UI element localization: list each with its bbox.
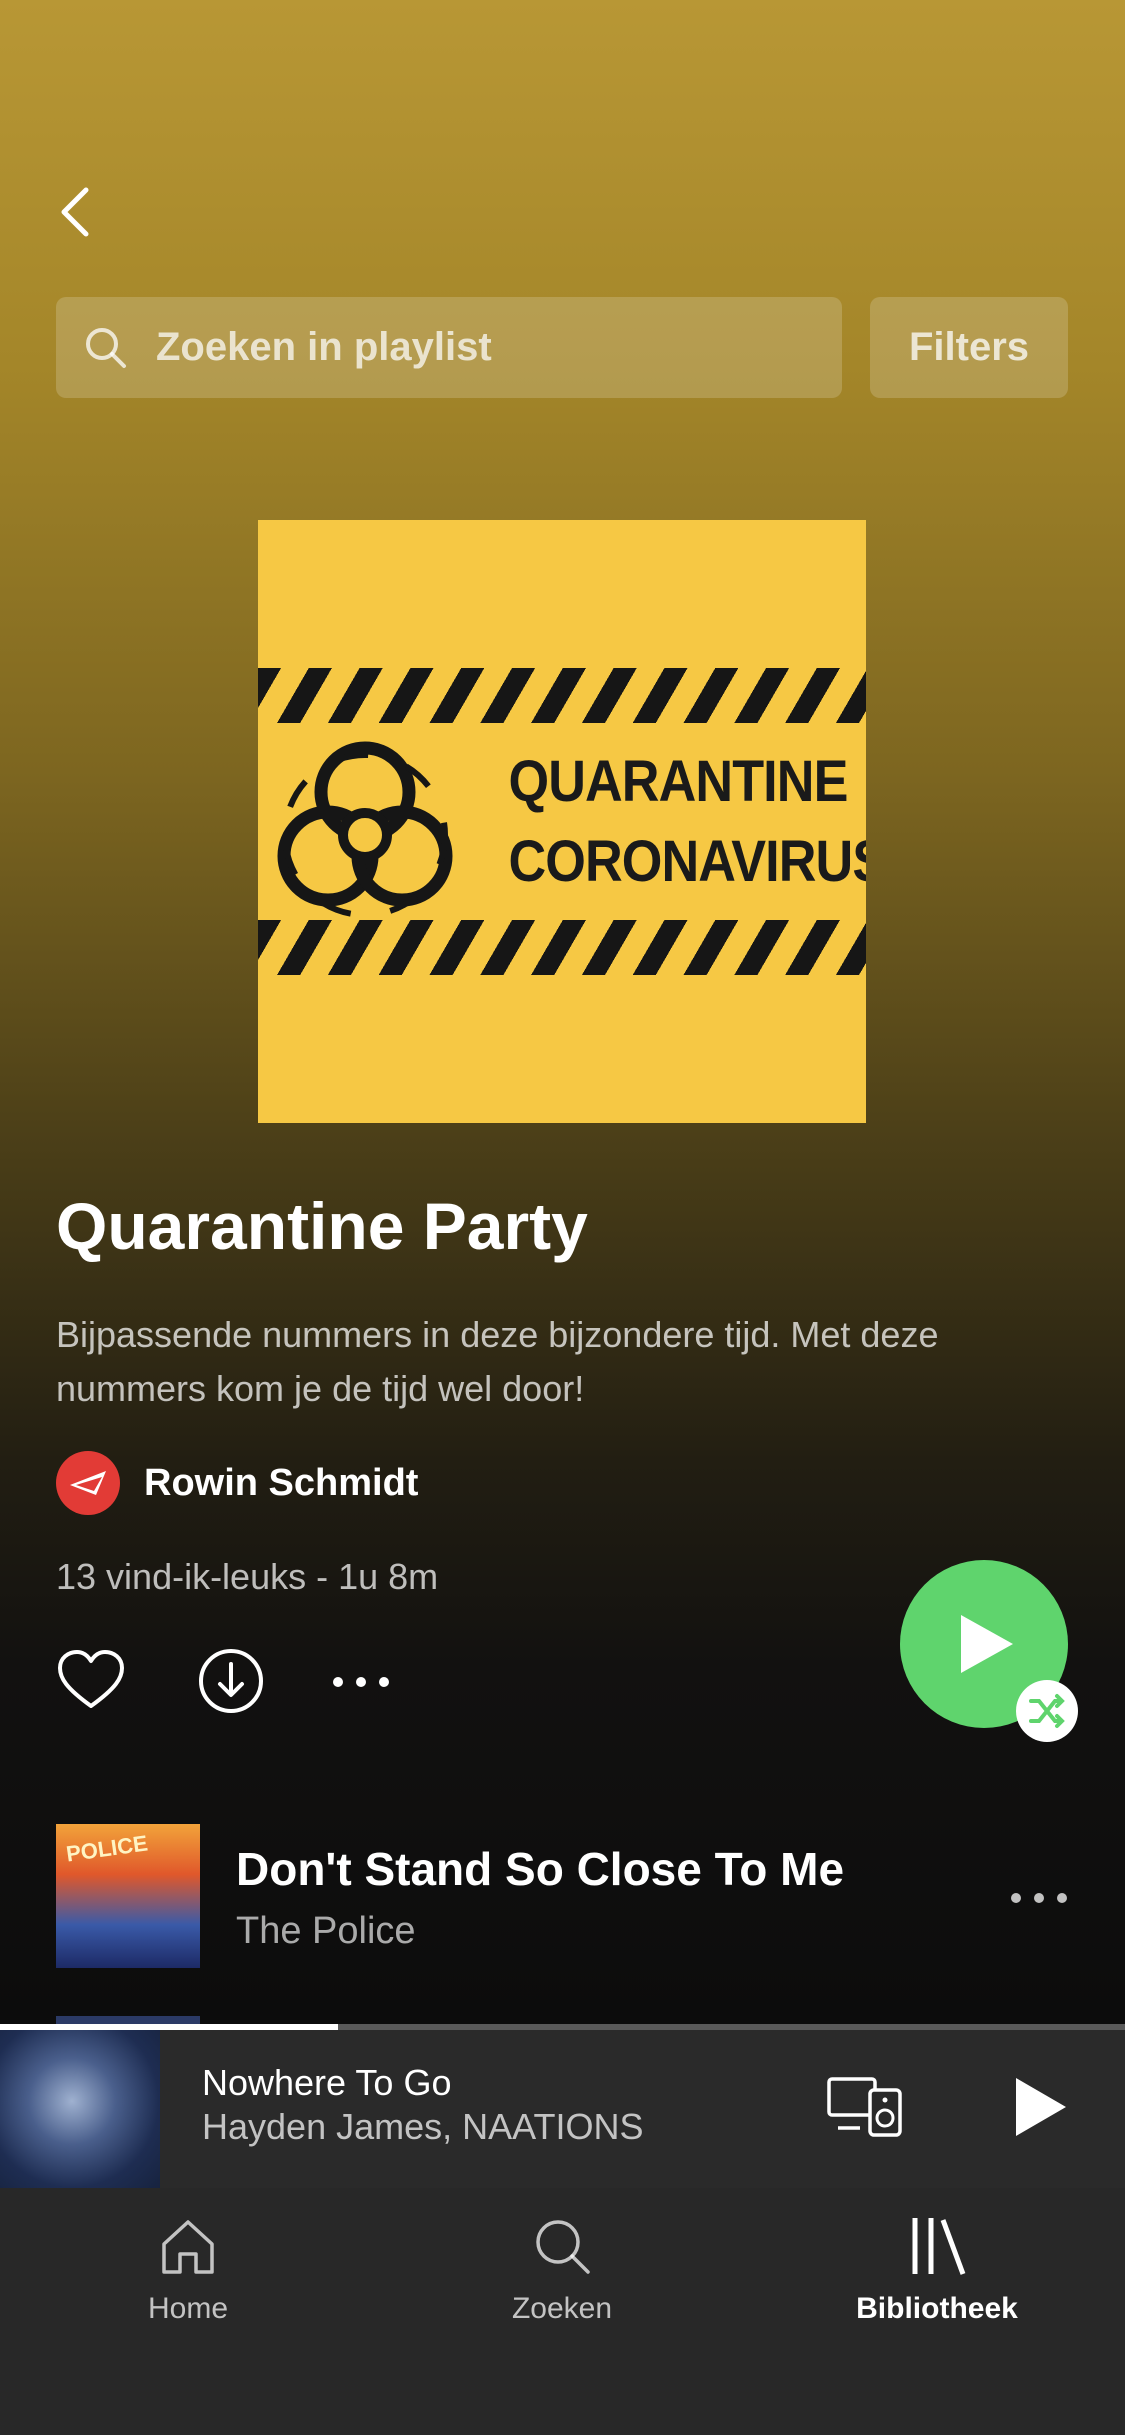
track-artist: The Police bbox=[236, 1910, 416, 1952]
playback-progress-track bbox=[0, 2024, 1125, 2030]
tab-library[interactable]: Bibliotheek bbox=[787, 2214, 1087, 2326]
search-icon bbox=[86, 327, 126, 368]
now-playing-artist: Hayden James, NAATIONS bbox=[202, 2106, 644, 2147]
track-album-art: POLICE bbox=[56, 1824, 200, 1968]
mini-player[interactable]: Nowhere To Go Hayden James, NAATIONS bbox=[0, 2024, 1125, 2188]
owner-name: Rowin Schmidt bbox=[144, 1461, 419, 1504]
library-icon bbox=[912, 2218, 966, 2275]
biohazard-icon bbox=[277, 741, 453, 918]
more-options-icon[interactable] bbox=[330, 1668, 392, 1696]
cover-text-line2: CORONAVIRUS bbox=[508, 829, 867, 894]
playlist-cover-art: QUARANTINE CORONAVIRUS bbox=[258, 520, 866, 1123]
home-icon bbox=[162, 2220, 214, 2274]
playlist-search-input[interactable]: Zoeken in playlist bbox=[56, 297, 842, 398]
tab-search[interactable]: Zoeken bbox=[412, 2214, 712, 2326]
album-art-band-name: POLICE bbox=[64, 1830, 150, 1867]
tab-search-label: Zoeken bbox=[511, 2292, 613, 2325]
search-placeholder: Zoeken in playlist bbox=[156, 325, 492, 369]
play-icon bbox=[961, 1615, 1013, 1673]
now-playing-title: Nowhere To Go bbox=[202, 2062, 452, 2103]
playlist-owner[interactable]: Rowin Schmidt bbox=[56, 1450, 418, 1516]
track-title[interactable]: Don't Stand So Close To Me bbox=[236, 1842, 844, 1896]
hazard-stripes-top bbox=[258, 668, 866, 723]
download-icon[interactable] bbox=[198, 1648, 264, 1714]
playlist-description: Bijpassende nummers in deze bijzondere t… bbox=[56, 1314, 939, 1409]
heart-icon[interactable] bbox=[56, 1648, 126, 1712]
owner-avatar bbox=[56, 1451, 120, 1515]
cover-text-line1: QUARANTINE bbox=[508, 749, 849, 814]
search-icon bbox=[536, 2220, 590, 2274]
shuffle-icon bbox=[1029, 1694, 1065, 1728]
back-button[interactable] bbox=[48, 182, 108, 242]
tab-library-label: Bibliotheek bbox=[856, 2292, 1018, 2325]
filters-button[interactable]: Filters bbox=[870, 297, 1068, 398]
tab-home-label: Home bbox=[147, 2292, 229, 2325]
mini-play-icon[interactable] bbox=[1010, 2074, 1070, 2140]
playlist-title: Quarantine Party bbox=[56, 1189, 588, 1263]
connect-devices-icon[interactable] bbox=[826, 2076, 904, 2138]
shuffle-button[interactable] bbox=[1016, 1680, 1078, 1742]
bottom-tab-bar: Home Zoeken Bibliotheek bbox=[0, 2188, 1125, 2435]
now-playing-album-art bbox=[0, 2030, 160, 2188]
tab-home[interactable]: Home bbox=[38, 2214, 338, 2326]
track-more-options-icon[interactable] bbox=[1008, 1884, 1070, 1912]
playlist-meta: 13 vind-ik-leuks - 1u 8m bbox=[56, 1556, 439, 1597]
